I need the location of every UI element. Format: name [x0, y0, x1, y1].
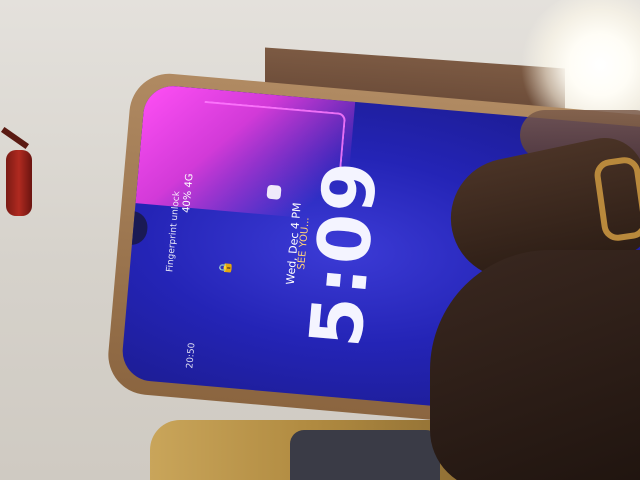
toggle-icon — [266, 184, 282, 200]
bottom-status: 20:50 — [185, 342, 198, 369]
photo-scene: 40% 4G Fingerprint unlock 🔒 5:09 Wed, De… — [0, 0, 640, 480]
lock-icon: 🔒 — [217, 259, 233, 276]
front-camera-notch — [129, 210, 149, 247]
red-bag — [6, 150, 32, 216]
lock-screen: 40% 4G Fingerprint unlock 🔒 5:09 Wed, De… — [165, 129, 421, 369]
person-shirt — [290, 430, 440, 480]
